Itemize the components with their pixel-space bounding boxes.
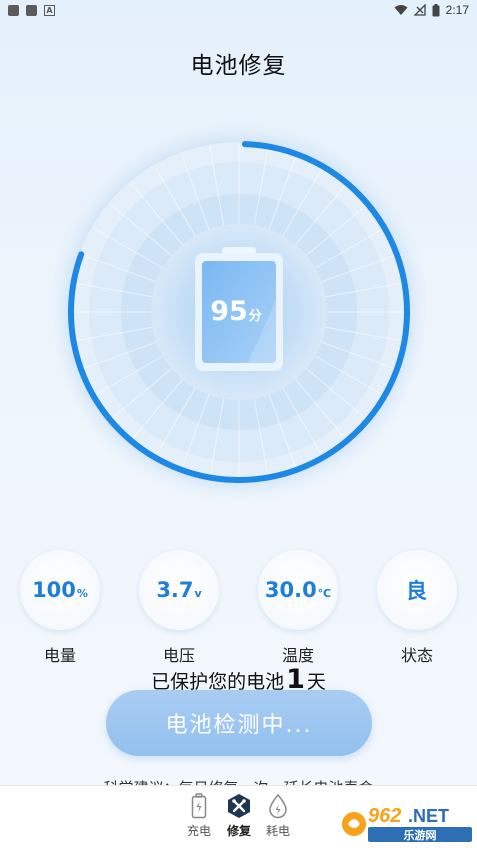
stat-unit: % xyxy=(76,586,88,600)
stat-value: 100 xyxy=(32,578,76,602)
nav-label: 充电 xyxy=(186,824,211,838)
repair-tools-icon xyxy=(219,792,259,820)
stat-status-circle: 良 xyxy=(377,550,457,630)
stat-label: 温度 xyxy=(281,646,314,665)
battery-score: 95分 xyxy=(196,296,276,327)
stat-temperature: 30.0 ℃ 温度 xyxy=(258,550,338,666)
battery-score-unit: 分 xyxy=(248,309,262,324)
svg-text:.NET: .NET xyxy=(408,806,449,826)
svg-text:乐游网: 乐游网 xyxy=(404,828,437,842)
stat-capacity: 100% 电量 xyxy=(20,550,100,666)
stat-value: 30.0 xyxy=(264,578,317,602)
power-drop-icon xyxy=(258,792,298,820)
battery-detect-button[interactable]: 电池检测中... xyxy=(106,690,372,756)
stat-label: 状态 xyxy=(400,646,433,665)
battery-score-value: 95 xyxy=(210,296,248,327)
stat-voltage-circle: 3.7 v xyxy=(139,550,219,630)
stat-status: 良 状态 xyxy=(377,550,457,666)
gauge-graphic xyxy=(47,120,431,504)
stat-label: 电量 xyxy=(43,646,76,665)
stat-value: 3.7 xyxy=(156,578,194,602)
nav-item-charge[interactable]: 充电 xyxy=(179,792,219,839)
advice-text: 科学建议：每日修复一次，延长电池寿命 xyxy=(0,773,477,785)
stat-value: 良 xyxy=(406,579,427,603)
stat-label: 电压 xyxy=(162,646,195,665)
svg-text:962: 962 xyxy=(368,805,401,827)
nav-item-repair[interactable]: 修复 xyxy=(219,792,259,839)
stat-temperature-circle: 30.0 ℃ xyxy=(258,550,338,630)
nav-label: 耗电 xyxy=(265,824,290,838)
nav-label: 修复 xyxy=(226,824,251,838)
stat-capacity-circle: 100% xyxy=(20,550,100,630)
watermark-logo: 962 .NET 乐游网 xyxy=(340,800,475,844)
nav-item-consumption[interactable]: 耗电 xyxy=(258,792,298,839)
stat-unit: v xyxy=(194,586,202,600)
stat-voltage: 3.7 v 电压 xyxy=(139,550,219,666)
stat-unit: ℃ xyxy=(317,586,332,600)
battery-charge-icon xyxy=(179,792,219,820)
battery-gauge: 95分 xyxy=(0,0,477,560)
